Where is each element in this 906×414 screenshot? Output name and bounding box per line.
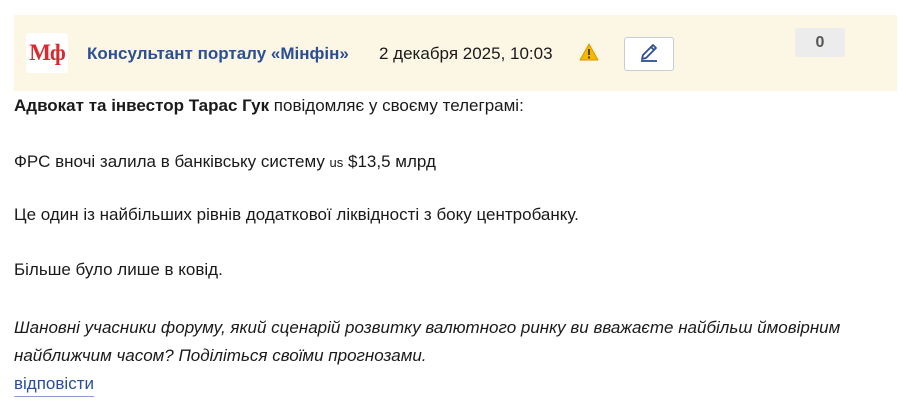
fed-amount: $13,5 млрд (343, 152, 436, 171)
post-header: Мф Консультант порталу «Мінфін» 2 декабр… (14, 15, 897, 91)
fed-paragraph: ФРС вночі залила в банківську систему us… (14, 151, 436, 174)
edit-button[interactable] (624, 37, 674, 71)
pencil-icon (638, 41, 660, 68)
post-date: 2 декабря 2025, 10:03 (379, 44, 553, 63)
warning-icon[interactable] (579, 43, 599, 61)
score-badge: 0 (795, 28, 845, 57)
intro-bold: Адвокат та інвестор Тарас Гук (14, 96, 270, 115)
intro-paragraph: Адвокат та інвестор Тарас Гук повідомляє… (14, 95, 524, 117)
author-name-link[interactable]: Консультант порталу «Мінфін» (87, 44, 349, 64)
intro-rest: повідомляє у своєму телеграмі: (269, 96, 524, 115)
covid-paragraph: Більше було лише в ковід. (14, 260, 223, 279)
currency-label: us (329, 155, 344, 170)
author-avatar[interactable]: Мф (26, 33, 68, 73)
question-paragraph: Шановні учасники форуму, який сценарій р… (14, 318, 841, 365)
liquidity-paragraph: Це один із найбільших рівнів додаткової … (14, 205, 579, 224)
fed-text: ФРС вночі залила в банківську систему (14, 152, 330, 171)
reply-link[interactable]: відповісти (14, 374, 94, 397)
